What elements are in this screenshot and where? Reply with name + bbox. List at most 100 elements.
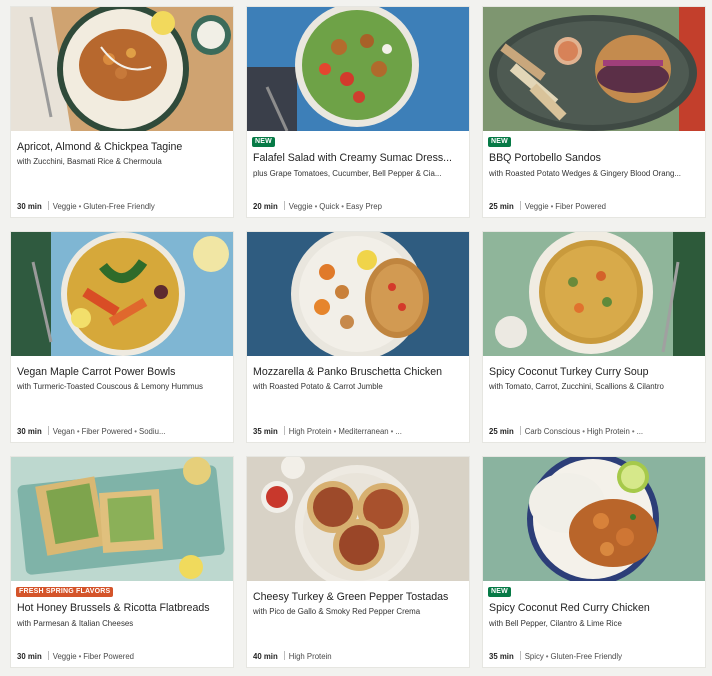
divider	[283, 426, 285, 435]
recipe-title[interactable]: BBQ Portobello Sandos	[489, 152, 699, 165]
cook-time: 35 min	[489, 652, 514, 661]
recipe-tag: High Protein	[288, 427, 332, 436]
recipe-tag: Veggie	[524, 202, 549, 211]
tag-separator-dot: •	[545, 652, 549, 661]
promo-badge: FRESH SPRING FLAVORS	[16, 587, 114, 597]
recipe-meta: 35 min Spicy • Gluten-Free Friendly	[489, 651, 699, 661]
recipe-meta: 30 min Veggie • Gluten-Free Friendly	[17, 201, 227, 211]
tag-separator-dot: •	[582, 427, 585, 436]
recipe-tag: ...	[636, 427, 644, 436]
recipe-title[interactable]: Apricot, Almond & Chickpea Tagine	[17, 141, 227, 154]
recipe-tag: Veggie	[52, 202, 77, 211]
tag-separator-dot: •	[76, 427, 80, 436]
recipe-title[interactable]: Hot Honey Brussels & Ricotta Flatbreads	[17, 602, 227, 615]
recipe-card[interactable]: Cheesy Turkey & Green Pepper Tostadas wi…	[247, 457, 469, 667]
recipe-title[interactable]: Vegan Maple Carrot Power Bowls	[17, 366, 227, 379]
recipe-image[interactable]	[247, 7, 469, 131]
recipe-subtitle: with Turmeric-Toasted Couscous & Lemony …	[17, 382, 203, 391]
cook-time: 35 min	[253, 427, 278, 436]
recipe-card[interactable]: FRESH SPRING FLAVORS Hot Honey Brussels …	[11, 457, 233, 667]
recipe-title[interactable]: Spicy Coconut Turkey Curry Soup	[489, 366, 699, 379]
recipe-subtitle: with Zucchini, Basmati Rice & Chermoula	[17, 157, 162, 166]
tag-separator-dot: •	[333, 427, 337, 436]
recipe-card[interactable]: NEW Spicy Coconut Red Curry Chicken with…	[483, 457, 705, 667]
recipe-meta: 40 min High Protein	[253, 651, 463, 661]
recipe-subtitle: with Roasted Potato Wedges & Gingery Blo…	[489, 169, 681, 178]
new-badge: NEW	[488, 137, 511, 147]
recipe-card[interactable]: Mozzarella & Panko Bruschetta Chicken wi…	[247, 232, 469, 442]
tag-separator-dot: •	[341, 202, 344, 211]
cook-time: 25 min	[489, 202, 514, 211]
recipe-image[interactable]	[247, 457, 469, 581]
recipe-grid: Apricot, Almond & Chickpea Tagine with Z…	[0, 0, 712, 676]
recipe-subtitle: with Roasted Potato & Carrot Jumble	[253, 382, 383, 391]
cook-time: 30 min	[17, 427, 42, 436]
divider	[47, 201, 49, 210]
recipe-image[interactable]	[483, 232, 705, 356]
recipe-meta: 35 min High Protein • Mediterranean •...	[253, 426, 463, 436]
recipe-subtitle: with Tomato, Carrot, Zucchini, Scallions…	[489, 382, 664, 391]
recipe-tag: Quick	[319, 202, 340, 211]
recipe-image[interactable]	[247, 232, 469, 356]
tag-separator-dot: •	[631, 427, 635, 436]
recipe-title[interactable]: Cheesy Turkey & Green Pepper Tostadas	[253, 591, 463, 604]
recipe-tag: High Protein	[586, 427, 630, 436]
recipe-tag: Fiber Powered	[81, 427, 133, 436]
recipe-tag: Easy Prep	[345, 202, 382, 211]
recipe-tag: Veggie	[52, 652, 77, 661]
recipe-tag: High Protein	[288, 652, 332, 661]
recipe-tag: Carb Conscious	[524, 427, 581, 436]
cook-time: 30 min	[17, 202, 42, 211]
divider	[519, 651, 521, 660]
recipe-image[interactable]	[483, 457, 705, 581]
cook-time: 20 min	[253, 202, 278, 211]
recipe-tag: Veggie	[288, 202, 313, 211]
tag-separator-dot: •	[134, 427, 137, 436]
recipe-image[interactable]	[11, 232, 233, 356]
tag-separator-dot: •	[78, 652, 82, 661]
recipe-tag: Fiber Powered	[555, 202, 606, 211]
recipe-card[interactable]: NEW Falafel Salad with Creamy Sumac Dres…	[247, 7, 469, 217]
recipe-meta: 30 min Veggie • Fiber Powered	[17, 651, 227, 661]
cook-time: 30 min	[17, 652, 42, 661]
recipe-tag: Vegan	[52, 427, 75, 436]
recipe-image[interactable]	[483, 7, 705, 131]
new-badge: NEW	[488, 587, 511, 597]
recipe-meta: 20 min Veggie • Quick • Easy Prep	[253, 201, 463, 211]
recipe-subtitle: with Bell Pepper, Cilantro & Lime Rice	[489, 619, 622, 628]
recipe-image[interactable]	[11, 457, 233, 581]
recipe-meta: 25 min Carb Conscious • High Protein •...	[489, 426, 699, 436]
recipe-title[interactable]: Mozzarella & Panko Bruschetta Chicken	[253, 366, 463, 379]
recipe-title[interactable]: Spicy Coconut Red Curry Chicken	[489, 602, 699, 615]
recipe-tag: Gluten-Free Friendly	[83, 202, 155, 211]
recipe-tag: Mediterranean	[338, 427, 389, 436]
recipe-meta: 30 min Vegan • Fiber Powered • Sodiu...	[17, 426, 227, 436]
recipe-tag: Gluten-Free Friendly	[550, 652, 623, 661]
recipe-card[interactable]: Spicy Coconut Turkey Curry Soup with Tom…	[483, 232, 705, 442]
recipe-card[interactable]: Apricot, Almond & Chickpea Tagine with Z…	[11, 7, 233, 217]
divider	[283, 651, 285, 660]
new-badge: NEW	[252, 137, 275, 147]
recipe-meta: 25 min Veggie • Fiber Powered	[489, 201, 699, 211]
recipe-tag: Fiber Powered	[83, 652, 134, 661]
recipe-tag: Sodiu...	[139, 427, 166, 436]
recipe-card[interactable]: NEW BBQ Portobello Sandos with Roasted P…	[483, 7, 705, 217]
recipe-card[interactable]: Vegan Maple Carrot Power Bowls with Turm…	[11, 232, 233, 442]
recipe-subtitle: with Pico de Gallo & Smoky Red Pepper Cr…	[253, 607, 421, 616]
divider	[47, 651, 49, 660]
cook-time: 40 min	[253, 652, 278, 661]
tag-separator-dot: •	[550, 202, 554, 211]
divider	[283, 201, 285, 210]
cook-time: 25 min	[489, 427, 514, 436]
recipe-title[interactable]: Falafel Salad with Creamy Sumac Dress...	[253, 152, 463, 165]
tag-separator-dot: •	[314, 202, 318, 211]
divider	[519, 426, 521, 435]
divider	[47, 426, 49, 435]
recipe-tag: ...	[395, 427, 402, 436]
recipe-tag: Spicy	[524, 652, 544, 661]
tag-separator-dot: •	[78, 202, 82, 211]
recipe-image[interactable]	[11, 7, 233, 131]
divider	[519, 201, 521, 210]
recipe-subtitle: plus Grape Tomatoes, Cucumber, Bell Pepp…	[253, 169, 442, 178]
tag-separator-dot: •	[390, 427, 394, 436]
